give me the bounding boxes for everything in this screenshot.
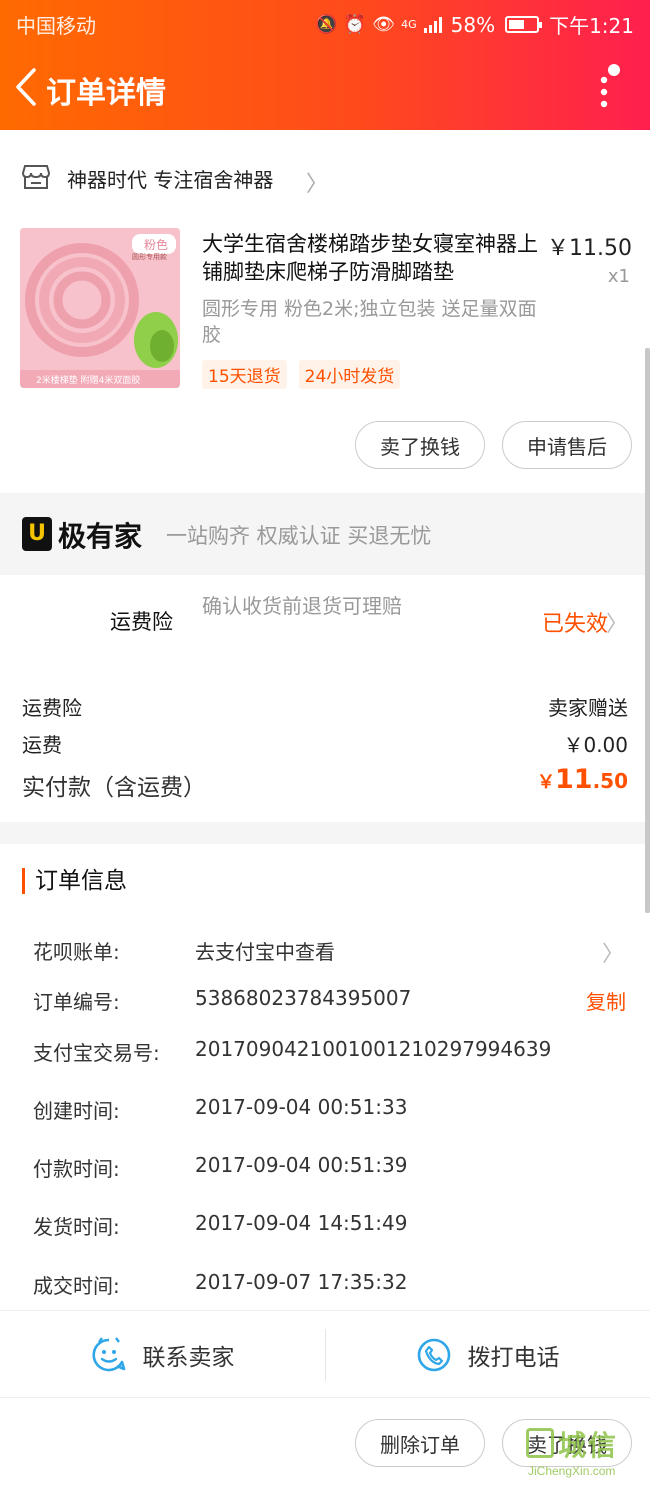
phone-icon [417,1338,450,1372]
chevron-right-icon[interactable]: 〉 [602,936,624,968]
info-value-paid: 2017-09-04 00:51:39 [195,1153,408,1177]
chat-face-icon [92,1337,125,1372]
jiyoujia-banner: U 极有家 一站购齐 权威认证 买退无忧 [0,493,650,575]
info-value-order-no: 53868023784395007 [195,986,412,1010]
delete-order-button[interactable]: 删除订单 [355,1419,485,1467]
info-label-alipay-no: 支付宝交易号: [33,1041,160,1065]
fee-insurance-row: 运费险 卖家赠送 [22,692,628,721]
product-quantity: x1 [607,266,630,287]
info-value-completed: 2017-09-07 17:35:32 [195,1270,408,1294]
info-label-order-no: 订单编号: [33,990,120,1014]
battery-percent: 58% [450,12,496,37]
carrier-name: 中国移动 [16,14,96,38]
contact-seller-label: 联系卖家 [142,1345,235,1371]
info-label-completed: 成交时间: [33,1274,120,1298]
info-value-created: 2017-09-04 00:51:33 [195,1095,408,1119]
total-dec: .50 [592,769,628,793]
signal-icon [423,16,442,33]
insurance-status: 已失效 [541,612,608,637]
chevron-right-icon[interactable]: 〉 [306,166,328,198]
status-icons: 🔕 ⏰ 👁 4G 58% 下午1:21 [315,10,634,39]
thumb-caption: 2米楼梯垫 附赠4米双面胶 [36,376,141,386]
chevron-right-icon[interactable]: 〉 [606,606,628,638]
contact-seller-button[interactable]: 联系卖家 [0,1311,325,1399]
tag-return: 15天退货 [202,360,287,389]
fee-shipping-label: 运费 [22,733,62,757]
copy-button[interactable]: 复制 [586,986,626,1015]
contact-bar: 联系卖家 拨打电话 [0,1310,650,1398]
more-vertical-icon[interactable] [594,58,624,112]
eye-icon: 👁 [372,14,396,35]
jiyoujia-logo: U [22,517,52,551]
store-icon [22,165,50,189]
watermark: 城信 JiChengXin.com [524,1420,644,1484]
info-label-paid: 付款时间: [33,1157,120,1181]
product-title[interactable]: 大学生宿舍楼梯踏步垫女寝室神器上铺脚垫床爬梯子防滑脚踏垫 [202,230,538,286]
product-thumbnail[interactable]: 粉色 圆形专用款 2米楼梯垫 附赠4米双面胶 [20,228,180,388]
sell-exchange-button[interactable]: 卖了换钱 [355,421,485,469]
product-price: ￥11.50 [547,236,632,261]
total-label: 实付款（含运费） [22,775,206,801]
service-tags: 15天退货 24小时发货 [202,360,401,389]
jiyoujia-brand: 极有家 [58,520,143,553]
alarm-icon: ⏰ [343,14,367,35]
watermark-logo [526,1428,554,1458]
total-int: 11 [554,764,593,795]
total-value: ￥11.50 [537,764,628,795]
chevron-left-icon[interactable] [12,66,42,108]
info-value-alipay-no: 2017090421001001210297994639 [195,1037,552,1061]
page-title: 订单详情 [46,76,166,111]
insurance-label: 运费险 [110,610,173,634]
info-label-shipped: 发货时间: [33,1215,120,1239]
battery-fill [509,20,525,29]
scrollbar[interactable] [645,348,650,913]
mute-icon: 🔕 [315,14,338,35]
title-bar: 订单详情 [0,52,650,122]
watermark-sub: JiChengXin.com [528,1464,616,1478]
shop-name[interactable]: 神器时代 专注宿舍神器 [67,164,273,193]
fee-insurance-value: 卖家赠送 [548,696,628,720]
product-spec: 圆形专用 粉色2米;独立包装 送足量双面胶 [202,298,537,346]
info-value-huabei[interactable]: 去支付宝中查看 [195,936,335,965]
call-label: 拨打电话 [467,1345,560,1371]
battery-icon [505,16,543,33]
info-label-huabei: 花呗账单: [33,940,120,964]
info-label-created: 创建时间: [33,1099,120,1123]
status-bar: 中国移动 🔕 ⏰ 👁 4G 58% 下午1:21 [0,0,650,44]
after-sales-button[interactable]: 申请售后 [502,421,632,469]
tag-shipping: 24小时发货 [298,360,401,389]
insurance-desc: 确认收货前退货可理赔 [202,594,402,618]
info-value-shipped: 2017-09-04 14:51:49 [195,1211,408,1235]
fee-insurance-label: 运费险 [22,696,82,720]
thumb-badge: 粉色 [144,238,169,252]
network-type: 4G [401,18,417,31]
app-header: 中国移动 🔕 ⏰ 👁 4G 58% 下午1:21 订单详情 [0,0,650,130]
fee-shipping-row: 运费 ￥0.00 [22,729,628,758]
fee-shipping-value: ￥0.00 [563,733,628,757]
shop-row[interactable]: 神器时代 专注宿舍神器 〉 [0,148,650,208]
call-button[interactable]: 拨打电话 [325,1311,650,1399]
thumb-sub: 圆形专用款 [132,253,167,261]
watermark-main: 城信 [558,1429,619,1462]
jiyoujia-slogan: 一站购齐 权威认证 买退无忧 [166,524,432,548]
total-symbol: ￥ [536,772,555,793]
section-divider [0,822,650,844]
order-info-title: 订单信息 [22,868,127,894]
clock: 下午1:21 [549,14,634,38]
